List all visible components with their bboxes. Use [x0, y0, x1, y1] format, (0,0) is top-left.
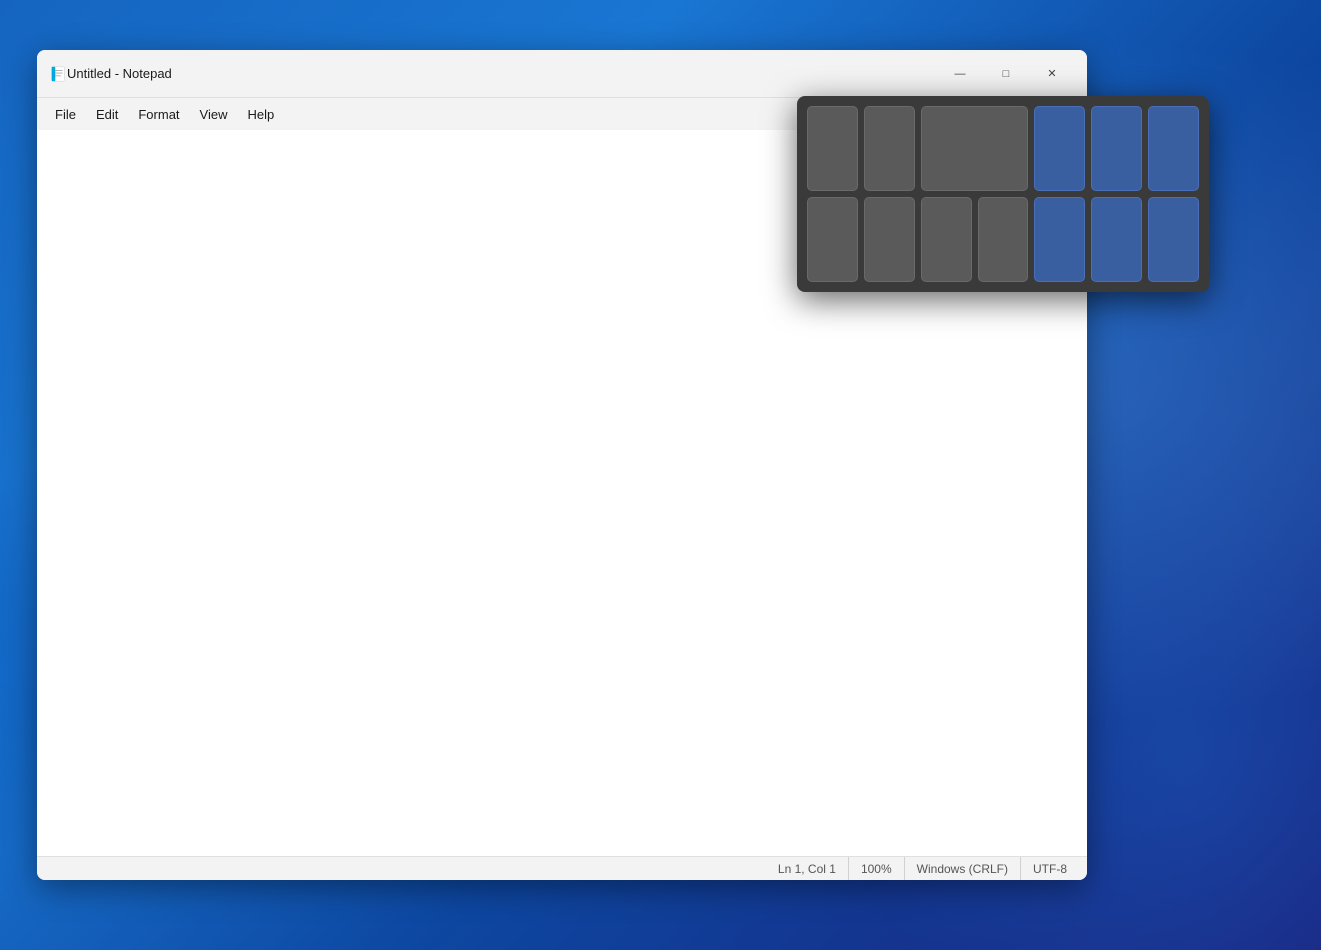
- fancyzones-overlay: [797, 96, 1209, 292]
- window-controls: — □ ✕: [937, 58, 1075, 90]
- zone-cell[interactable]: [1034, 197, 1085, 282]
- status-line-ending: Windows (CRLF): [905, 857, 1021, 880]
- zone-cell[interactable]: [978, 197, 1029, 282]
- zone-cell[interactable]: [1148, 106, 1199, 191]
- menu-edit[interactable]: Edit: [86, 103, 128, 126]
- close-button[interactable]: ✕: [1029, 58, 1075, 90]
- zone-cell[interactable]: [864, 106, 915, 191]
- menu-file[interactable]: File: [45, 103, 86, 126]
- status-bar: Ln 1, Col 1 100% Windows (CRLF) UTF-8: [37, 856, 1087, 880]
- menu-help[interactable]: Help: [237, 103, 284, 126]
- title-bar: Untitled - Notepad — □ ✕: [37, 50, 1087, 98]
- zone-cell[interactable]: [1034, 106, 1085, 191]
- zone-cell[interactable]: [1091, 106, 1142, 191]
- status-position: Ln 1, Col 1: [766, 857, 849, 880]
- zone-cell[interactable]: [864, 197, 915, 282]
- zone-cell[interactable]: [1148, 197, 1199, 282]
- maximize-button[interactable]: □: [983, 58, 1029, 90]
- menu-format[interactable]: Format: [128, 103, 189, 126]
- minimize-button[interactable]: —: [937, 58, 983, 90]
- zone-cell[interactable]: [1091, 197, 1142, 282]
- zone-cell[interactable]: [807, 106, 858, 191]
- menu-view[interactable]: View: [190, 103, 238, 126]
- notepad-icon: [49, 65, 67, 83]
- zone-cell[interactable]: [807, 197, 858, 282]
- zone-cell[interactable]: [921, 197, 972, 282]
- status-zoom: 100%: [849, 857, 905, 880]
- window-title: Untitled - Notepad: [67, 66, 937, 81]
- zone-cell[interactable]: [921, 106, 1029, 191]
- status-encoding: UTF-8: [1021, 857, 1079, 880]
